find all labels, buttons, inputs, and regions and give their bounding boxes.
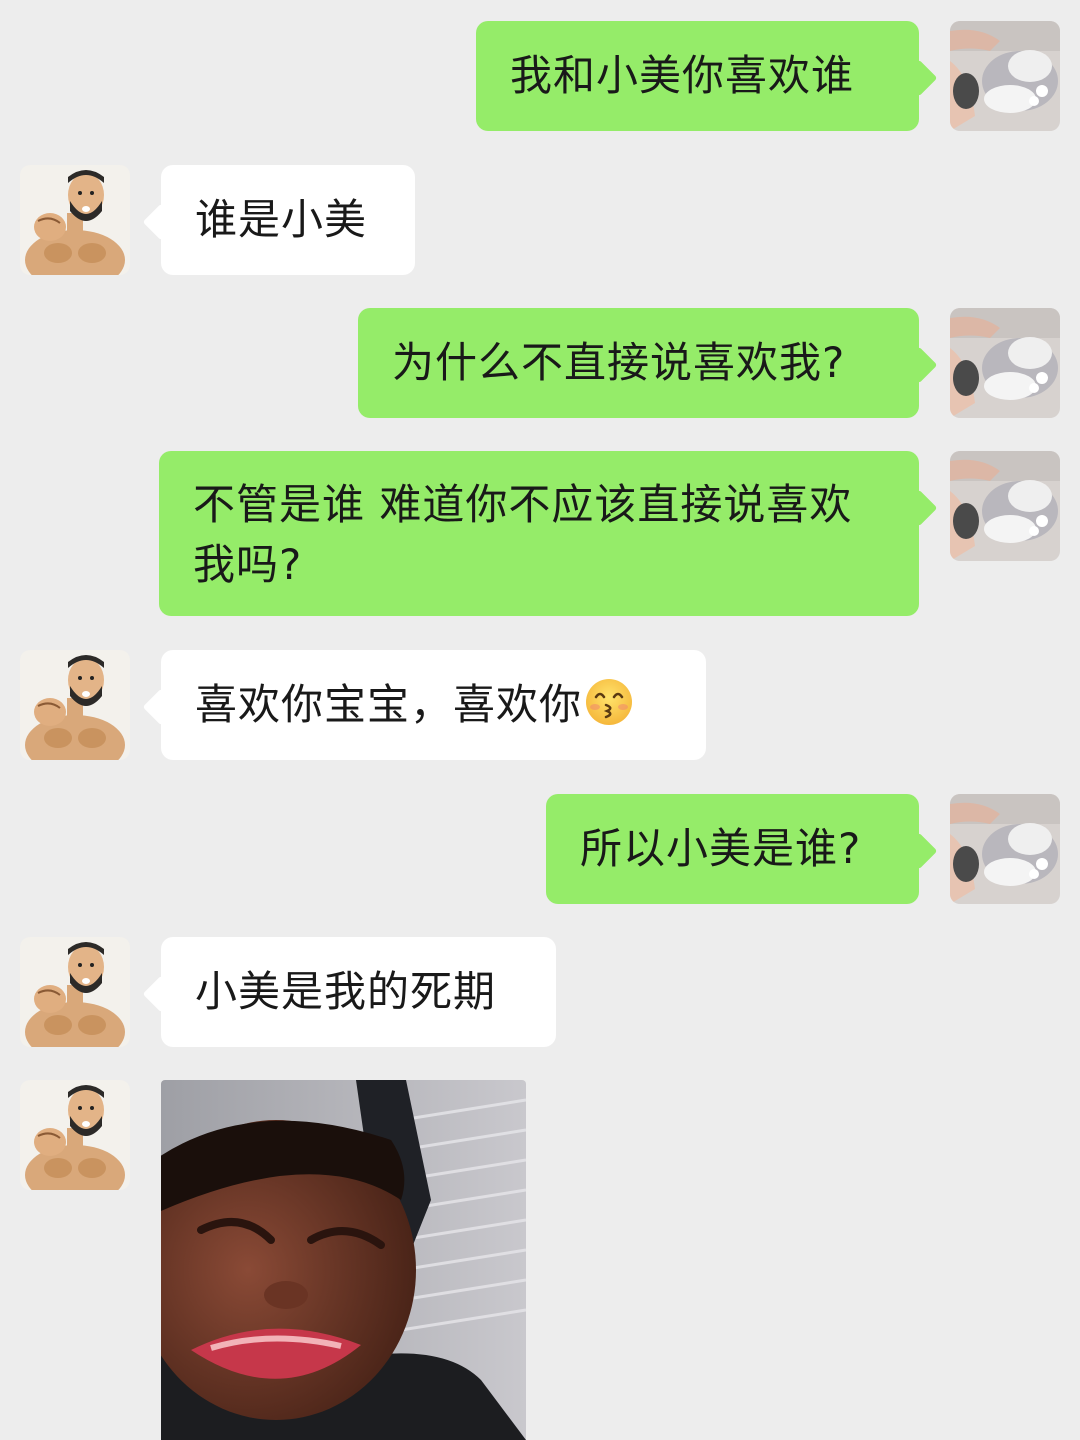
- contact-avatar[interactable]: [20, 165, 130, 275]
- contact-avatar[interactable]: [20, 1080, 130, 1190]
- my-avatar[interactable]: [950, 794, 1060, 904]
- my-avatar[interactable]: [950, 451, 1060, 561]
- cat-photo-avatar-icon: [950, 451, 1060, 561]
- kissing-face-icon: [586, 679, 633, 725]
- bearded-muscle-man-icon: [20, 650, 130, 760]
- crying-boy-meme-icon: [161, 1080, 526, 1440]
- bearded-muscle-man-icon: [20, 937, 130, 1047]
- message-bubble-sent[interactable]: 所以小美是谁?: [546, 794, 919, 904]
- message-text: 所以小美是谁?: [580, 824, 862, 873]
- message-text: 小美是我的死期: [195, 967, 497, 1016]
- contact-avatar[interactable]: [20, 937, 130, 1047]
- message-bubble-received[interactable]: 谁是小美: [161, 165, 415, 275]
- message-bubble-sent[interactable]: 为什么不直接说喜欢我?: [358, 308, 919, 418]
- chat-window: 我和小美你喜欢谁 谁是小美 为什么不直接说喜欢我? 不管是谁 难道你不应该直接说…: [0, 0, 1080, 1440]
- message-bubble-received[interactable]: 小美是我的死期: [161, 937, 556, 1047]
- message-text: 谁是小美: [195, 195, 368, 244]
- image-message[interactable]: [161, 1080, 526, 1440]
- message-bubble-received[interactable]: 喜欢你宝宝，喜欢你: [161, 650, 706, 760]
- message-bubble-sent[interactable]: 我和小美你喜欢谁: [476, 21, 919, 131]
- message-bubble-sent[interactable]: 不管是谁 难道你不应该直接说喜欢我吗?: [159, 451, 919, 616]
- my-avatar[interactable]: [950, 308, 1060, 418]
- bearded-muscle-man-icon: [20, 165, 130, 275]
- cat-photo-avatar-icon: [950, 794, 1060, 904]
- my-avatar[interactable]: [950, 21, 1060, 131]
- message-text: 为什么不直接说喜欢我?: [392, 338, 846, 387]
- bearded-muscle-man-icon: [20, 1080, 130, 1190]
- message-text: 我和小美你喜欢谁: [510, 51, 855, 100]
- cat-photo-avatar-icon: [950, 21, 1060, 131]
- message-text: 喜欢你宝宝，喜欢你: [195, 680, 583, 729]
- cat-photo-avatar-icon: [950, 308, 1060, 418]
- message-text: 不管是谁 难道你不应该直接说喜欢我吗?: [193, 480, 853, 589]
- contact-avatar[interactable]: [20, 650, 130, 760]
